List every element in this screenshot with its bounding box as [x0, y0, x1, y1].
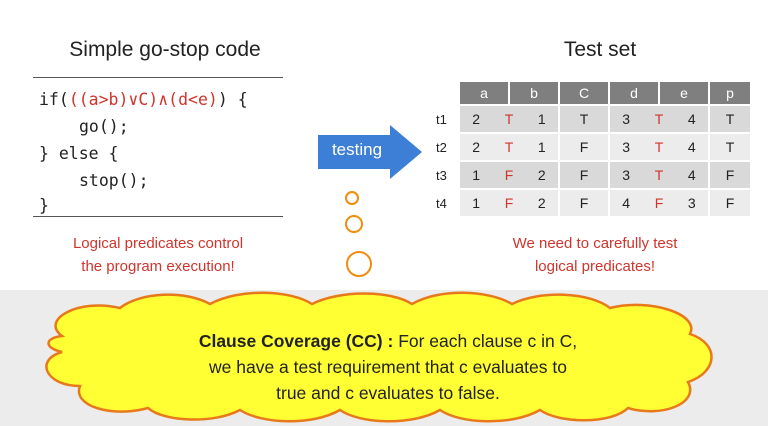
row-label: t2	[436, 139, 447, 155]
header-blank	[432, 82, 458, 104]
cell-ab: 2T1	[460, 106, 558, 132]
header-p: p	[710, 82, 750, 104]
cell-de: 3T4	[610, 162, 708, 188]
cc-definition-text: Clause Coverage (CC) : For each clause c…	[108, 328, 668, 406]
cell-de: 3T4	[610, 106, 708, 132]
code-line-go: go();	[79, 117, 129, 136]
thought-bubble-small	[345, 191, 359, 205]
code-line-if: if(((a>b)∨C)∧(d<e)) {	[39, 90, 248, 109]
thought-bubble-medium	[345, 215, 363, 233]
header-d: d	[610, 82, 658, 104]
right-note: We need to carefully test logical predic…	[470, 232, 720, 278]
test-set-title: Test set	[563, 38, 637, 61]
code-line-close: }	[39, 196, 49, 215]
code-title: Simple go-stop code	[69, 38, 261, 61]
cell-p: F	[710, 190, 750, 216]
header-c: C	[560, 82, 608, 104]
test-set-table: a b C d e p t1 2T1 T 3T4 T t2 2T1 F 3T4 …	[430, 80, 752, 218]
row-label: t1	[436, 111, 447, 127]
cell-c: T	[560, 106, 608, 132]
thought-bubble-large	[346, 251, 372, 277]
left-note: Logical predicates control the program e…	[33, 232, 283, 278]
header-a: a	[460, 82, 508, 104]
right-note-line1: We need to carefully test	[512, 235, 678, 252]
code-line-else: } else {	[39, 144, 119, 163]
cc-definition-line2: we have a test requirement that c evalua…	[209, 357, 567, 377]
table-row: t1 2T1 T 3T4 T	[432, 106, 750, 132]
row-label: t3	[436, 167, 447, 183]
cell-c: F	[560, 162, 608, 188]
left-note-line1: Logical predicates control	[72, 235, 244, 252]
table-row: t3 1F2 F 3T4 F	[432, 162, 750, 188]
cc-definition-line3: true and c evaluates to false.	[276, 383, 500, 403]
header-b: b	[510, 82, 558, 104]
cell-de: 4F3	[610, 190, 708, 216]
table-header-row: a b C d e p	[432, 82, 750, 104]
predicate-expression: ((a>b)∨C)∧(d<e)	[68, 90, 218, 109]
row-label: t4	[436, 195, 447, 211]
table-row: t4 1F2 F 4F3 F	[432, 190, 750, 216]
cell-c: F	[560, 190, 608, 216]
cell-ab: 1F2	[460, 190, 558, 216]
cc-definition-line1: Clause Coverage (CC) : For each clause c…	[198, 331, 578, 351]
code-line-stop: stop();	[79, 171, 149, 190]
left-note-line2: the program execution!	[81, 258, 235, 275]
cell-p: T	[710, 106, 750, 132]
cell-p: T	[710, 134, 750, 160]
testing-label: testing	[331, 140, 383, 159]
header-e: e	[660, 82, 708, 104]
cell-ab: 1F2	[460, 162, 558, 188]
right-note-line2: logical predicates!	[534, 258, 656, 275]
cell-c: F	[560, 134, 608, 160]
cell-de: 3T4	[610, 134, 708, 160]
table-row: t2 2T1 F 3T4 T	[432, 134, 750, 160]
cell-p: F	[710, 162, 750, 188]
code-block: if(((a>b)∨C)∧(d<e)) { go(); } else { sto…	[33, 77, 283, 217]
cell-ab: 2T1	[460, 134, 558, 160]
